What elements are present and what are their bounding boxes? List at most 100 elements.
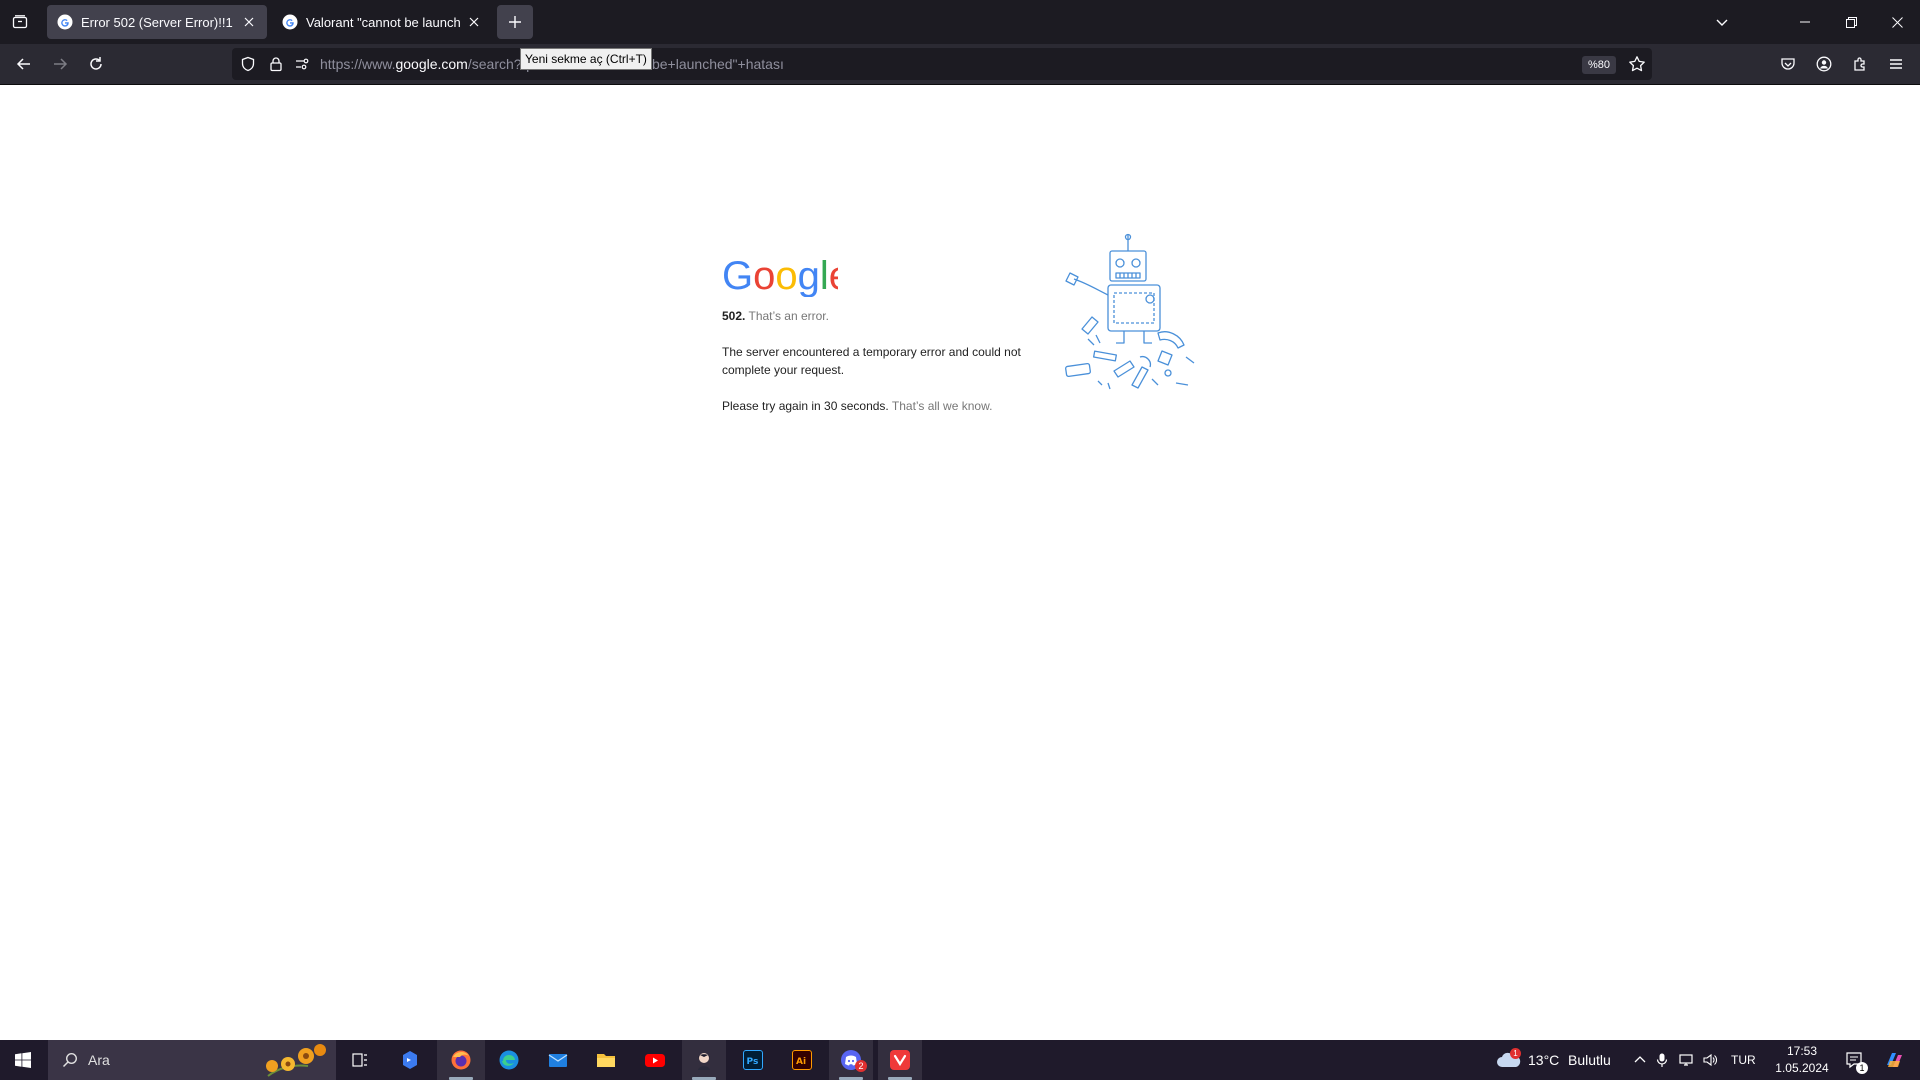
task-view-icon (352, 1053, 367, 1067)
tab-bar: Error 502 (Server Error)!!1 Valorant "ca… (0, 0, 1920, 44)
svg-text:Ps: Ps (747, 1057, 759, 1067)
close-icon (469, 17, 479, 27)
input-language[interactable]: TUR (1731, 1053, 1756, 1067)
new-tab-tooltip: Yeni sekme aç (Ctrl+T) (520, 48, 652, 70)
back-button[interactable] (10, 50, 38, 78)
task-view-button[interactable] (338, 1040, 382, 1080)
pocket-icon (1781, 58, 1795, 70)
new-tab-button[interactable] (497, 5, 533, 39)
folder-icon (597, 1054, 615, 1067)
google-logo[interactable]: Google (722, 253, 838, 297)
weather-temperature: 13°C (1528, 1052, 1560, 1068)
taskbar-search-box[interactable]: Ara (48, 1040, 336, 1080)
tab-close-button[interactable] (466, 14, 482, 30)
list-all-tabs-button[interactable] (1710, 8, 1734, 36)
copilot-icon (403, 1051, 417, 1069)
flowers-decoration-icon (266, 1044, 326, 1077)
notification-count-badge: 1 (1856, 1062, 1868, 1074)
taskbar-app-mail[interactable] (536, 1040, 580, 1080)
tab-title: Error 502 (Server Error)!!1 (81, 14, 233, 30)
restore-button[interactable] (1828, 0, 1874, 44)
taskbar-app-edge[interactable] (487, 1040, 531, 1080)
zoom-level-button[interactable]: %80 (1582, 56, 1617, 74)
anime-character-icon (698, 1053, 710, 1070)
widgets-button[interactable] (1874, 1040, 1914, 1080)
error-message: The server encountered a temporary error… (722, 345, 1021, 377)
vivaldi-icon (890, 1050, 910, 1070)
edge-icon (499, 1050, 519, 1070)
weather-badge: 1 (1510, 1048, 1521, 1059)
google-favicon-icon (282, 14, 298, 30)
search-icon (62, 1052, 78, 1068)
reload-icon (90, 57, 102, 70)
account-button[interactable] (1810, 50, 1838, 78)
taskbar: Ara Ps Ai 2 1 13°C Bulutlu TUR 17:53 1.0… (0, 1040, 1920, 1080)
close-icon (1891, 16, 1903, 28)
tab-error-502[interactable]: Error 502 (Server Error)!!1 (47, 5, 267, 39)
windows-logo-icon (15, 1052, 31, 1068)
chevron-down-icon (1716, 19, 1728, 26)
youtube-icon (645, 1054, 665, 1067)
tracking-protection-shield-icon[interactable] (240, 56, 256, 72)
illustrator-icon: Ai (792, 1050, 812, 1070)
plus-icon (509, 16, 521, 28)
minimize-icon (1800, 21, 1810, 23)
taskbar-app-firefox[interactable] (437, 1040, 485, 1080)
network-status[interactable] (1676, 1040, 1696, 1080)
microphone-icon (1656, 1053, 1668, 1067)
pocket-button[interactable] (1774, 50, 1802, 78)
reload-button[interactable] (82, 50, 110, 78)
forward-button[interactable] (46, 50, 74, 78)
microphone-status[interactable] (1652, 1040, 1672, 1080)
error-block: Google 502. That’s an error. The server … (722, 253, 1042, 415)
tab-close-button[interactable] (241, 14, 257, 30)
taskbar-app-illustrator[interactable]: Ai (780, 1040, 824, 1080)
volume-status[interactable] (1700, 1040, 1720, 1080)
navigation-toolbar: https://www.google.com/search?q=Valorant… (0, 44, 1920, 85)
restore-icon (1845, 16, 1857, 28)
retry-line: Please try again in 30 seconds. That’s a… (722, 397, 1042, 415)
page-content: Google 502. That’s an error. The server … (0, 85, 1920, 1040)
speaker-icon (1703, 1053, 1717, 1067)
firefox-icon (451, 1050, 471, 1070)
taskbar-app-anime-avatar[interactable] (682, 1040, 726, 1080)
taskbar-app-discord[interactable]: 2 (829, 1040, 873, 1080)
show-hidden-icons-button[interactable] (1630, 1040, 1650, 1080)
url-bar[interactable]: https://www.google.com/search?q=Valorant… (232, 48, 1652, 80)
tab-list-button[interactable] (8, 10, 32, 34)
weather-widget[interactable]: 1 13°C Bulutlu (1492, 1040, 1616, 1080)
mail-icon (548, 1054, 568, 1067)
clock[interactable]: 17:53 1.05.2024 (1764, 1040, 1840, 1080)
google-favicon-icon (57, 14, 73, 30)
error-code: 502. (722, 309, 746, 323)
extensions-button[interactable] (1846, 50, 1874, 78)
url-host: google.com (395, 56, 468, 72)
permissions-icon[interactable] (294, 56, 310, 72)
app-menu-button[interactable] (1882, 50, 1910, 78)
clock-time: 17:53 (1786, 1044, 1818, 1058)
search-placeholder: Ara (88, 1052, 110, 1068)
svg-text:Ai: Ai (796, 1057, 806, 1067)
retry-note: That’s all we know. (891, 399, 993, 413)
arrow-right-icon (54, 58, 68, 70)
taskbar-app-file-explorer[interactable] (584, 1040, 628, 1080)
taskbar-app-copilot[interactable] (388, 1040, 432, 1080)
tab-valorant-search[interactable]: Valorant "cannot be launched" (272, 5, 492, 39)
bookmark-star-icon[interactable] (1628, 55, 1646, 73)
start-button[interactable] (0, 1040, 46, 1080)
taskbar-app-photoshop[interactable]: Ps (731, 1040, 775, 1080)
minimize-button[interactable] (1782, 0, 1828, 44)
lock-icon[interactable] (268, 56, 284, 72)
retry-text: Please try again in 30 seconds. (722, 399, 889, 413)
photoshop-icon: Ps (743, 1050, 763, 1070)
taskbar-app-vivaldi[interactable] (878, 1040, 922, 1080)
weather-condition: Bulutlu (1568, 1052, 1611, 1068)
close-window-button[interactable] (1874, 0, 1920, 44)
puzzle-icon (1854, 57, 1865, 71)
chevron-up-icon (1634, 1056, 1646, 1063)
tabs-icon (12, 15, 28, 29)
tab-title: Valorant "cannot be launched" (306, 14, 460, 30)
url-prefix: https://www. (320, 56, 396, 72)
notification-center-button[interactable]: 1 (1836, 1040, 1872, 1080)
taskbar-app-youtube[interactable] (633, 1040, 677, 1080)
